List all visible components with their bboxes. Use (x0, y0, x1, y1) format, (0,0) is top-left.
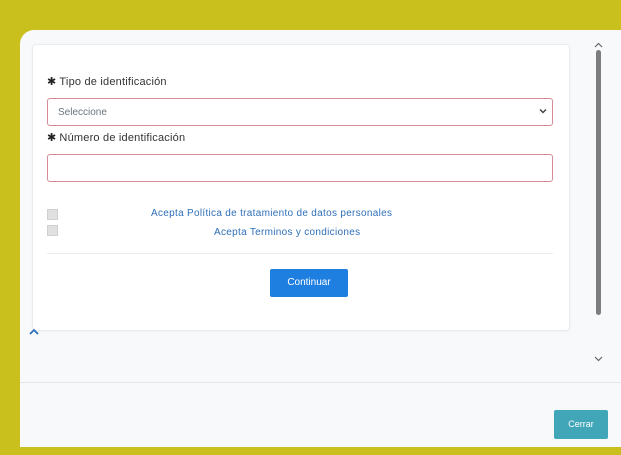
tipo-identificacion-label: ✱ Tipo de identificación (47, 75, 167, 88)
tipo-identificacion-text: Tipo de identificación (59, 76, 167, 88)
select-value: Seleccione (58, 107, 107, 118)
scroll-down-arrow-icon[interactable] (594, 356, 603, 362)
privacy-policy-checkbox[interactable] (47, 209, 58, 220)
footer-divider (20, 382, 621, 383)
numero-identificacion-input[interactable] (47, 154, 553, 182)
modal-panel: ✱ Tipo de identificación Seleccione ✱ Núme… (20, 30, 621, 447)
numero-identificacion-label: ✱ Número de identificación (47, 131, 185, 144)
required-asterisk: ✱ (47, 132, 57, 144)
yellow-frame: ✱ Tipo de identificación Seleccione ✱ Núme… (0, 0, 621, 455)
identification-form-card: ✱ Tipo de identificación Seleccione ✱ Núme… (32, 44, 570, 331)
privacy-policy-link[interactable]: Acepta Política de tratamiento de datos … (151, 208, 392, 219)
scrollbar[interactable] (591, 42, 605, 372)
close-button[interactable]: Cerrar (554, 410, 608, 439)
scroll-up-arrow-icon[interactable] (594, 42, 603, 48)
numero-identificacion-text: Número de identificación (59, 132, 186, 144)
chevron-down-icon (539, 108, 547, 114)
scrollbar-thumb[interactable] (596, 50, 601, 315)
terms-checkbox[interactable] (47, 225, 58, 236)
terms-link[interactable]: Acepta Terminos y condiciones (214, 227, 360, 238)
continue-button[interactable]: Continuar (270, 269, 348, 297)
tipo-identificacion-select[interactable]: Seleccione (47, 98, 553, 126)
required-asterisk: ✱ (47, 76, 57, 88)
caret-up-icon[interactable] (28, 327, 40, 337)
divider (47, 253, 553, 254)
